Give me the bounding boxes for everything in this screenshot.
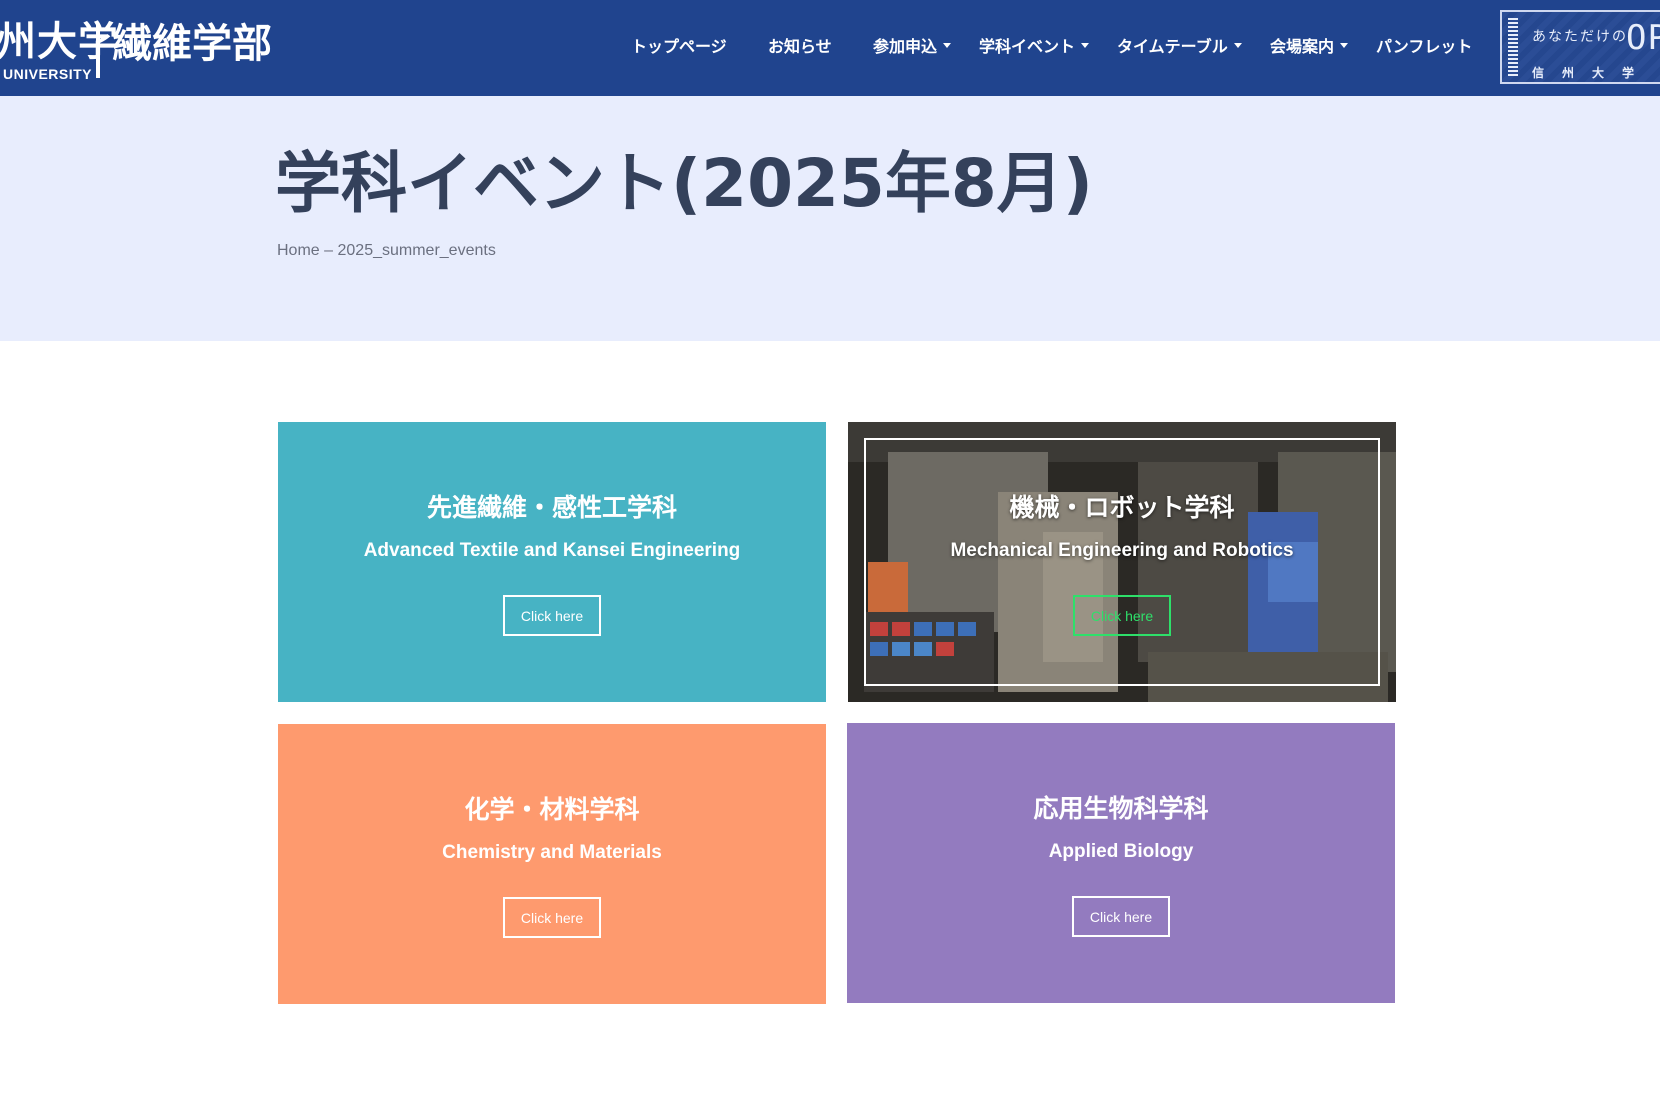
banner-subline: 信州大学	[1532, 66, 1653, 80]
nav-item-timetable[interactable]: タイムテーブル	[1117, 30, 1242, 60]
nav-item-pamphlet[interactable]: パンフレット	[1376, 30, 1472, 60]
page-title: 学科イベント(2025年8月)	[275, 145, 1093, 222]
nav-item-label: タイムテーブル	[1117, 37, 1228, 56]
card-title-jp: 化学・材料学科	[464, 795, 640, 824]
click-here-button[interactable]: Click here	[1073, 595, 1171, 636]
nav-item-label: 参加申込	[873, 37, 938, 56]
banner-headline: OPE	[1626, 18, 1660, 58]
click-here-button[interactable]: Click here	[503, 595, 601, 636]
card-title-en: Advanced Textile and Kansei Engineering	[363, 540, 741, 561]
nav-item-department-events[interactable]: 学科イベント	[979, 30, 1090, 60]
breadcrumb-current: 2025_summer_events	[337, 242, 496, 259]
main-nav: トップページ お知らせ 参加申込 学科イベント タイムテーブル 会場案内 パンフ…	[0, 30, 1500, 60]
nav-item-label: トップページ	[631, 37, 727, 56]
card-title-en: Mechanical Engineering and Robotics	[950, 540, 1294, 561]
card-title-en: Applied Biology	[1048, 841, 1194, 862]
banner-tagline: あなただけの	[1532, 29, 1628, 45]
card-title-en: Chemistry and Materials	[442, 842, 662, 863]
nav-item-venue[interactable]: 会場案内	[1270, 30, 1349, 60]
department-card-mechanical: 機械・ロボット学科 Mechanical Engineering and Rob…	[848, 422, 1396, 702]
logo-university-en: UNIVERSITY	[3, 66, 93, 82]
chevron-down-icon	[1340, 42, 1349, 48]
department-card-chemistry: 化学・材料学科 Chemistry and Materials Click he…	[278, 724, 826, 1004]
chevron-down-icon	[1233, 42, 1242, 48]
chevron-down-icon	[943, 42, 952, 48]
department-card-biology: 応用生物科学科 Applied Biology Click here	[847, 723, 1395, 1003]
nav-item-top-page[interactable]: トップページ	[631, 30, 727, 60]
nav-item-label: 学科イベント	[979, 37, 1076, 56]
click-here-button[interactable]: Click here	[1072, 896, 1170, 937]
breadcrumb-home-link[interactable]: Home	[277, 242, 320, 259]
nav-item-label: お知らせ	[768, 37, 832, 56]
page-hero: 学科イベント(2025年8月) Home – 2025_summer_event…	[0, 96, 1660, 341]
chevron-down-icon	[1081, 42, 1090, 48]
nav-item-registration[interactable]: 参加申込	[873, 30, 952, 60]
card-title-jp: 応用生物科学科	[1033, 794, 1209, 823]
click-here-button[interactable]: Click here	[503, 897, 601, 938]
barcode-icon	[1508, 18, 1518, 78]
nav-item-label: 会場案内	[1270, 37, 1335, 56]
card-title-jp: 先進繊維・感性工学科	[426, 493, 677, 522]
site-header: 州大学 UNIVERSITY 繊維学部 トップページ お知らせ 参加申込 学科イ…	[0, 0, 1660, 96]
card-title-jp: 機械・ロボット学科	[1009, 493, 1235, 522]
breadcrumb: Home – 2025_summer_events	[277, 242, 496, 260]
breadcrumb-separator: –	[324, 242, 334, 259]
department-card-textile: 先進繊維・感性工学科 Advanced Textile and Kansei E…	[278, 422, 826, 702]
nav-item-label: パンフレット	[1376, 37, 1473, 56]
open-campus-banner[interactable]: あなただけの OPE 信州大学	[1500, 10, 1660, 84]
nav-item-news[interactable]: お知らせ	[768, 30, 832, 60]
